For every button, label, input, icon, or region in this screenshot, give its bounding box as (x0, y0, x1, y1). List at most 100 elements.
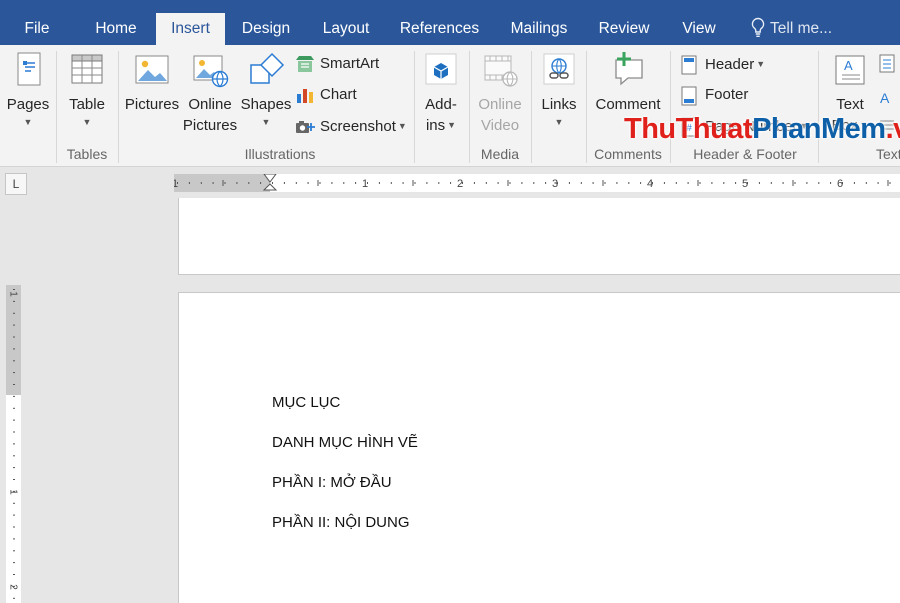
ruler-tick (13, 562, 15, 564)
ruler-tick (687, 182, 689, 184)
ruler-tick (13, 514, 15, 516)
ruler-tick (794, 182, 796, 184)
insert-ribbon: Pages ▼ Table ▼ Tables Pictures Online P… (0, 45, 900, 167)
screenshot-label: Screenshot ▼ (320, 118, 407, 135)
comment-label: Comment (595, 96, 661, 113)
pages-button[interactable]: Pages ▼ (4, 50, 52, 129)
chevron-down-icon: ▼ (261, 117, 271, 127)
vertical-ruler[interactable]: 1 1 2 (6, 285, 21, 603)
table-button[interactable]: Table ▼ (62, 50, 112, 129)
tab-mailings[interactable]: Mailings (504, 13, 574, 45)
ruler-label: 4 (647, 178, 653, 190)
ruler-tick (13, 550, 15, 552)
ruler-tick (283, 182, 285, 184)
ruler-tick (212, 182, 214, 184)
ruler-tick (13, 467, 15, 469)
footer-button[interactable]: Footer (680, 83, 780, 107)
tab-references[interactable]: References (398, 13, 481, 45)
ruler-half-mark (697, 180, 699, 186)
ruler-half-mark (507, 180, 509, 186)
tab-view[interactable]: View (676, 13, 722, 45)
horizontal-ruler[interactable]: 1 1 2 3 4 5 6 (174, 174, 900, 192)
chart-button[interactable]: Chart (295, 83, 365, 107)
ruler-label: 1 (8, 489, 19, 495)
ruler-tick (735, 182, 737, 184)
tab-stop-selector[interactable]: L (5, 173, 27, 195)
group-divider (818, 51, 819, 163)
ruler-tick (865, 182, 867, 184)
tab-design[interactable]: Design (236, 13, 296, 45)
ruler-label: 2 (8, 584, 19, 590)
header-button[interactable]: Header ▼ (680, 52, 780, 76)
add-ins-button[interactable]: Add- ins ▼ (418, 50, 464, 136)
ruler-tick (13, 312, 15, 314)
ruler-tick (699, 182, 701, 184)
ruler-tick (628, 182, 630, 184)
ruler-tick (307, 182, 309, 184)
ruler-label: 5 (742, 178, 748, 190)
chevron-down-icon: ▼ (447, 120, 457, 130)
chevron-down-icon: ▼ (397, 121, 407, 131)
tab-home[interactable]: Home (84, 13, 148, 45)
online-pictures-button[interactable]: Online Pictures (182, 50, 238, 136)
ruler-tick (853, 182, 855, 184)
links-button[interactable]: Links ▼ (536, 50, 582, 129)
ruler-tick (13, 324, 15, 326)
ruler-tick (675, 182, 677, 184)
chart-label: Chart (320, 86, 357, 103)
ruler-tick (188, 182, 190, 184)
ruler-half-mark (412, 180, 414, 186)
smartart-icon (296, 56, 314, 72)
shapes-icon (250, 52, 285, 84)
shapes-button[interactable]: Shapes ▼ (240, 50, 292, 129)
smartart-button[interactable]: SmartArt (295, 52, 385, 76)
chevron-down-icon: ▼ (756, 59, 766, 69)
online-video-label-2: Video (480, 117, 520, 134)
online-video-button[interactable]: Online Video (473, 50, 527, 136)
ruler-tick (889, 182, 891, 184)
tab-layout[interactable]: Layout (315, 13, 377, 45)
table-label: Table (69, 96, 105, 113)
tab-insert[interactable]: Insert (156, 13, 225, 45)
ruler-tick (13, 407, 15, 409)
document-line-2[interactable]: DANH MỤC HÌNH VẼ (272, 434, 418, 451)
chevron-down-icon: ▼ (554, 117, 564, 127)
document-line-1[interactable]: MỤC LỤC (272, 394, 340, 411)
tab-review[interactable]: Review (594, 13, 654, 45)
tab-file[interactable]: File (14, 13, 60, 45)
store-icon (425, 53, 457, 85)
new-comment-button[interactable]: Comment (592, 50, 664, 115)
ruler-tick (390, 182, 392, 184)
group-label-illustrations: Illustrations (244, 146, 316, 162)
ribbon-tab-bar: File Home Insert Design Layout Reference… (0, 0, 900, 45)
ruler-tick (533, 182, 535, 184)
ruler-tick (331, 182, 333, 184)
ruler-label: 2 (457, 178, 463, 190)
link-icon (543, 53, 575, 85)
header-icon (681, 55, 697, 75)
ruler-half-mark (887, 180, 889, 186)
ruler-label: 3 (552, 178, 558, 190)
ruler-tick (13, 348, 15, 350)
tell-me-search[interactable]: Tell me... (770, 13, 840, 45)
ruler-tick (224, 182, 226, 184)
chart-icon (297, 89, 313, 103)
screenshot-button[interactable]: Screenshot ▼ (295, 114, 407, 138)
ruler-tick (13, 431, 15, 433)
ruler-tick (13, 455, 15, 457)
document-page-1[interactable] (178, 198, 900, 275)
ruler-tick (770, 182, 772, 184)
ruler-tick (13, 443, 15, 445)
document-line-4[interactable]: PHẦN II: NỘI DUNG (272, 514, 410, 531)
pictures-button[interactable]: Pictures (123, 50, 181, 115)
ruler-half-mark (222, 180, 224, 186)
pictures-label: Pictures (124, 96, 180, 113)
ruler-tick (13, 502, 15, 504)
online-video-label-1: Online (478, 96, 522, 113)
document-line-3[interactable]: PHẦN I: MỞ ĐẦU (272, 474, 392, 491)
ruler-tick (13, 538, 15, 540)
ruler-tick (616, 182, 618, 184)
ruler-tick (13, 479, 15, 480)
ruler-tick (877, 182, 879, 184)
camera-icon (296, 121, 315, 133)
